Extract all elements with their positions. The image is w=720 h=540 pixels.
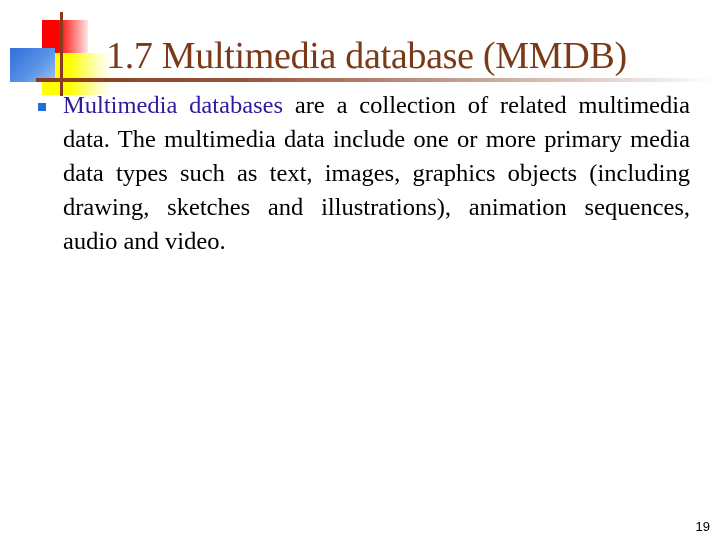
slide-logo-icon <box>0 0 120 100</box>
blue-square-decoration <box>10 48 55 82</box>
square-bullet-icon <box>38 103 46 111</box>
slide-title: 1.7 Multimedia database (MMDB) <box>106 35 627 77</box>
page-number: 19 <box>695 519 710 534</box>
highlighted-term: Multimedia databases <box>63 92 284 119</box>
vertical-rule-decoration <box>60 12 63 96</box>
bullet-paragraph: Multimedia databases are a collection of… <box>63 89 690 259</box>
